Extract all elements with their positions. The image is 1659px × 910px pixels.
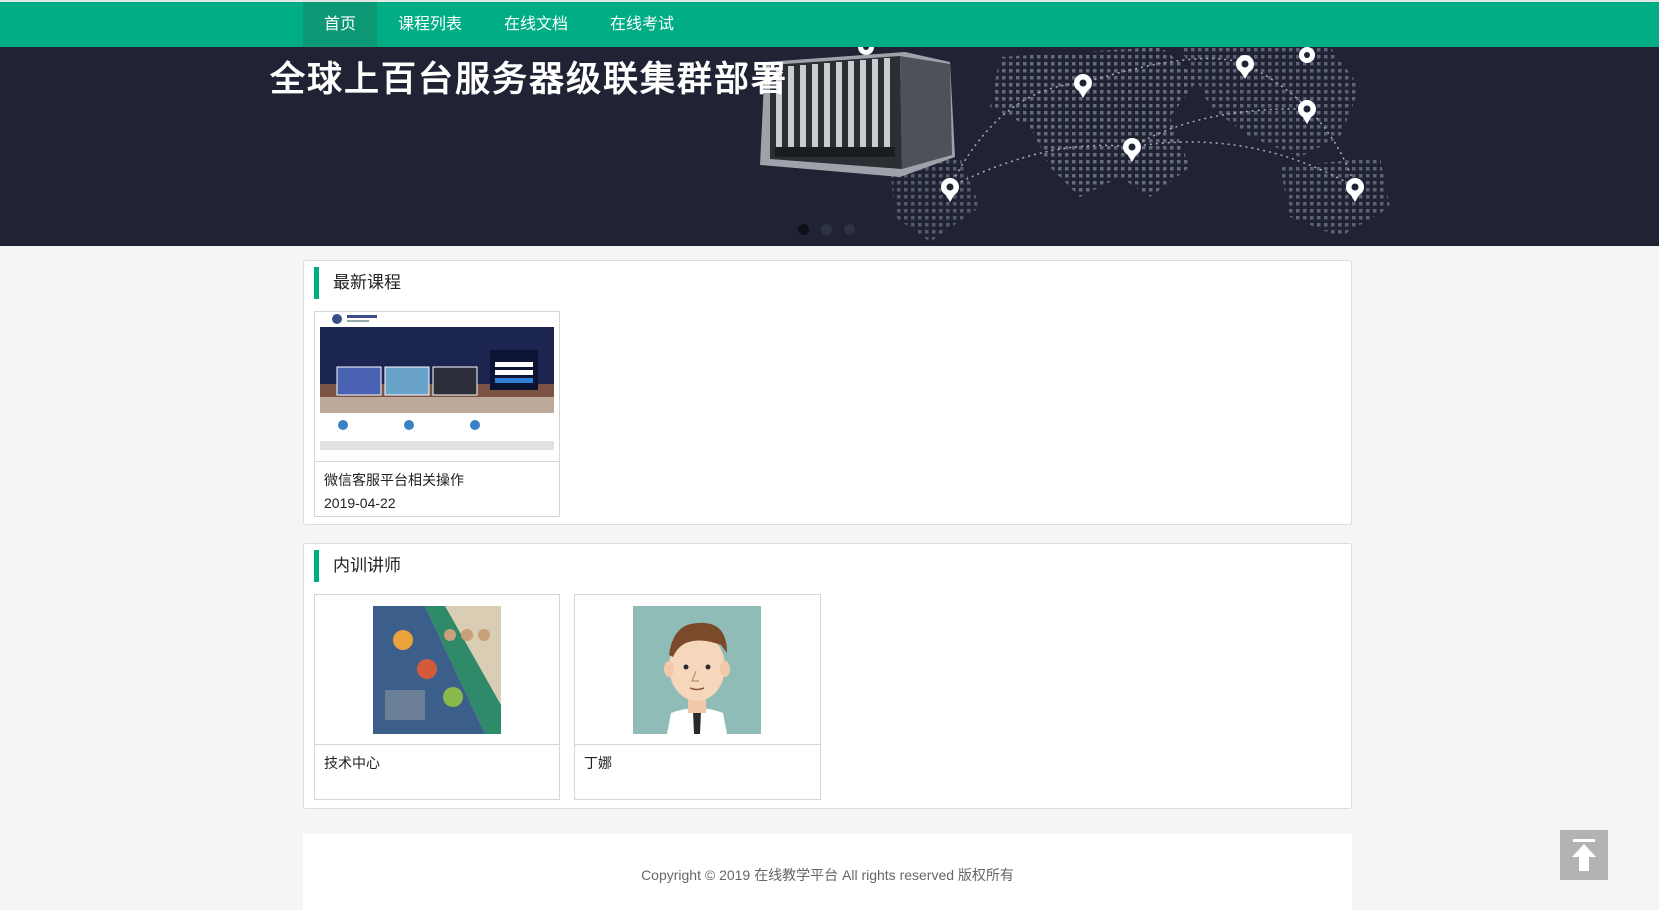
instructor-name: 丁娜: [584, 755, 612, 771]
instructor-photo-frame: [575, 595, 820, 745]
banner-headline: 全球上百台服务器级联集群部署: [270, 60, 789, 99]
nav-item-online-docs[interactable]: 在线文档: [483, 2, 589, 47]
banner-carousel[interactable]: 全球上百台服务器级联集群部署: [0, 47, 1659, 246]
nav-item-online-exam[interactable]: 在线考试: [589, 2, 695, 47]
carousel-dot-3[interactable]: [844, 224, 855, 235]
instructor-avatar-illustration: [575, 595, 820, 744]
arrow-up-icon: [1572, 839, 1596, 871]
instructors-panel: 内训讲师 技术中心 丁娜: [303, 543, 1352, 809]
section-title: 内训讲师: [314, 550, 401, 582]
copyright-text: Copyright © 2019 在线教学平台 All rights reser…: [641, 867, 1014, 883]
course-thumbnail: [315, 312, 559, 462]
carousel-dot-1[interactable]: [798, 224, 809, 235]
carousel-dot-2[interactable]: [821, 224, 832, 235]
course-title: 微信客服平台相关操作: [324, 472, 464, 488]
section-title: 最新课程: [314, 267, 401, 299]
instructor-photo: [315, 595, 559, 744]
footer: Copyright © 2019 在线教学平台 All rights reser…: [303, 834, 1352, 910]
carousel-indicators: [798, 224, 855, 235]
instructor-name: 技术中心: [324, 755, 380, 771]
back-to-top-button[interactable]: [1560, 830, 1608, 880]
top-navigation: 首页 课程列表 在线文档 在线考试: [0, 0, 1659, 47]
nav-menu: 首页 课程列表 在线文档 在线考试: [303, 2, 695, 47]
instructor-photo-frame: [315, 595, 559, 745]
course-date: 2019-04-22: [324, 495, 396, 511]
nav-item-course-list[interactable]: 课程列表: [377, 2, 483, 47]
course-card[interactable]: 微信客服平台相关操作 2019-04-22: [314, 311, 560, 517]
nav-item-home[interactable]: 首页: [303, 2, 378, 47]
banner-world-map-illustration: [760, 47, 1390, 242]
instructor-card[interactable]: 技术中心: [314, 594, 560, 800]
instructor-card[interactable]: 丁娜: [574, 594, 821, 800]
latest-courses-panel: 最新课程 微信客服平台相关操作 2019-04-22: [303, 260, 1352, 525]
course-thumbnail-image: [315, 312, 559, 461]
